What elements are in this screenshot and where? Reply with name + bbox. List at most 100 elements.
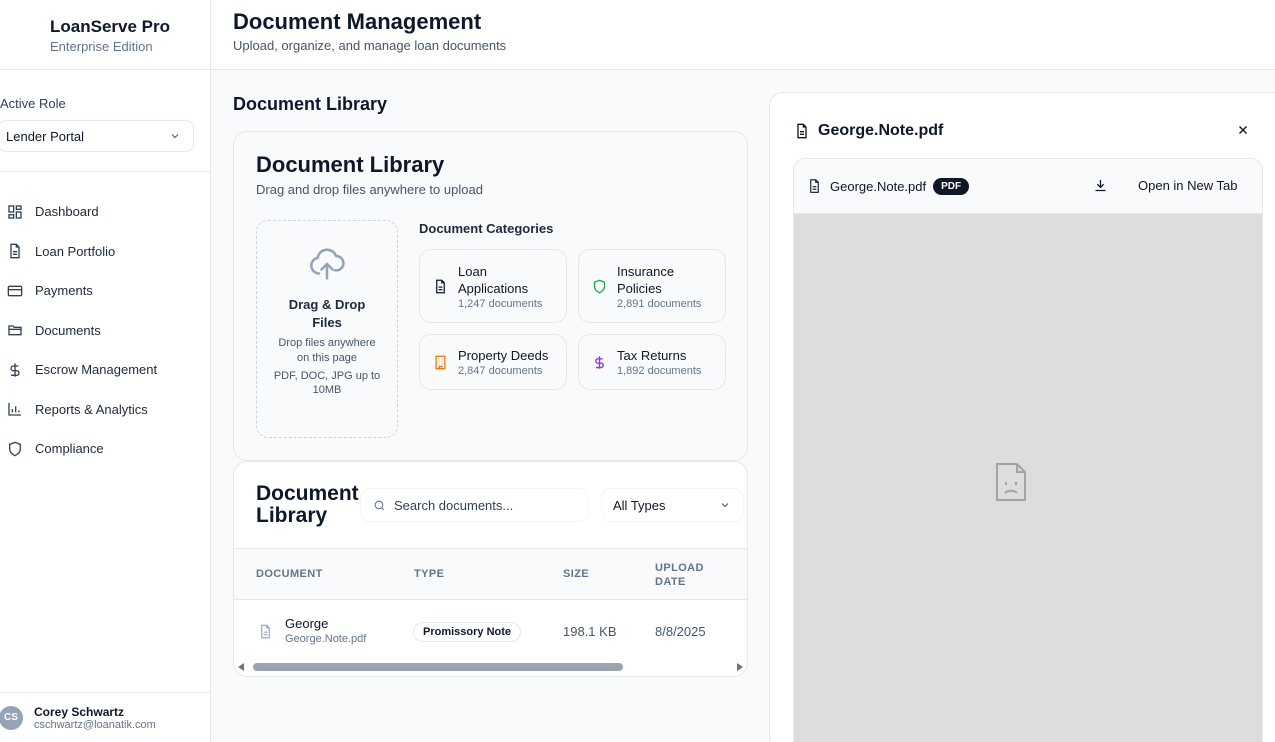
upload-subtitle: Drag and drop files anywhere to upload (256, 182, 483, 197)
dropzone-description: Drop files anywhere on this page (278, 337, 376, 364)
category-name: Insurance Policies (617, 263, 675, 296)
user-profile[interactable]: CS Corey Schwartz cschwartz@loanatik.com (0, 692, 210, 742)
scroll-right-icon[interactable] (736, 663, 744, 671)
column-header-size[interactable]: Size (563, 568, 589, 580)
library-card: Document Library All Types Document Type… (233, 461, 748, 677)
section-title: Document Library (233, 94, 388, 114)
bar-chart-icon (7, 401, 23, 417)
category-property-deeds[interactable]: Property Deeds 2,847 documents (419, 334, 567, 390)
download-icon (1095, 179, 1106, 192)
main-content: Document Library Document Library Drag a… (211, 70, 1275, 742)
viewer-body (794, 214, 1262, 742)
search-box[interactable] (360, 488, 589, 522)
dropzone-title: Drag & Drop Files (288, 297, 366, 330)
page-header: Document Management Upload, organize, an… (211, 0, 1275, 70)
pdf-viewer: George.Note.pdf PDF Open in New Tab (793, 158, 1263, 742)
file-icon (261, 624, 270, 639)
dropzone[interactable]: Drag & Drop Files Drop files anywhere on… (256, 220, 398, 438)
download-button[interactable] (1093, 178, 1108, 198)
role-label: Active Role (0, 96, 66, 111)
sidebar-nav: Dashboard Loan Portfolio Payments Docume… (0, 172, 210, 469)
shield-icon (7, 441, 23, 457)
type-filter-select[interactable]: All Types (601, 488, 744, 522)
table-header: Document Type Size Upload Date (234, 548, 747, 600)
sidebar-item-label: Dashboard (35, 204, 99, 220)
category-name: Loan Applications (458, 263, 529, 296)
document-name[interactable]: George (285, 616, 328, 631)
sidebar-item-compliance[interactable]: Compliance (0, 429, 210, 469)
brand: LoanServe Pro Enterprise Edition (0, 0, 210, 70)
preview-title: George.Note.pdf (818, 122, 944, 139)
document-filename: George.Note.pdf (285, 633, 367, 645)
file-icon (810, 179, 819, 193)
file-icon (7, 243, 23, 259)
category-count: 2,891 documents (617, 297, 702, 310)
brand-name: LoanServe Pro (50, 17, 170, 36)
category-count: 1,892 documents (617, 365, 702, 377)
category-name: Property Deeds (458, 348, 549, 363)
viewer-filename: George.Note.pdf (830, 178, 927, 194)
role-select[interactable]: Lender Portal (0, 120, 194, 152)
column-header-document[interactable]: Document (256, 568, 323, 580)
building-icon (432, 354, 448, 370)
sidebar-item-reports[interactable]: Reports & Analytics (0, 390, 210, 430)
close-button[interactable] (1236, 121, 1250, 142)
sidebar-item-label: Documents (35, 322, 101, 338)
sidebar-item-escrow[interactable]: Escrow Management (0, 350, 210, 390)
upload-card: Document Library Drag and drop files any… (233, 131, 748, 461)
shield-icon (591, 278, 607, 294)
categories-title: Document Categories (419, 221, 554, 236)
document-size: 198.1 KB (563, 624, 617, 639)
category-insurance-policies[interactable]: Insurance Policies 2,891 documents (578, 249, 726, 323)
dollar-icon (591, 354, 607, 370)
chevron-down-icon (171, 134, 179, 139)
credit-card-icon (7, 283, 23, 299)
sidebar-item-label: Payments (35, 283, 93, 299)
search-icon (374, 500, 385, 510)
category-loan-applications[interactable]: Loan Applications 1,247 documents (419, 249, 567, 323)
page-subtitle: Upload, organize, and manage loan docume… (233, 38, 507, 53)
dashboard-icon (7, 204, 23, 220)
sidebar-item-dashboard[interactable]: Dashboard (0, 192, 210, 232)
user-name: Corey Schwartz (34, 704, 125, 719)
library-title: Document Library (256, 482, 359, 527)
document-upload-date: 8/8/2025 (655, 624, 706, 639)
type-badge: Promissory Note (413, 622, 522, 642)
avatar: CS (0, 705, 23, 730)
open-in-new-tab-button[interactable]: Open in New Tab (1138, 178, 1238, 193)
preview-title-row: George.Note.pdf (794, 122, 943, 140)
sidebar-item-label: Loan Portfolio (35, 243, 116, 259)
category-count: 1,247 documents (458, 297, 543, 310)
user-email: cschwartz@loanatik.com (34, 718, 156, 731)
category-count: 2,847 documents (458, 365, 543, 377)
sidebar-item-documents[interactable]: Documents (0, 311, 210, 351)
sidebar-item-label: Reports & Analytics (35, 401, 148, 417)
type-filter-value: All Types (613, 497, 666, 513)
sidebar: LoanServe Pro Enterprise Edition Active … (0, 0, 211, 742)
scrollbar-thumb[interactable] (253, 663, 623, 671)
dropzone-hint: PDF, DOC, JPG up to 10MB (273, 370, 381, 396)
table-row[interactable]: George George.Note.pdf Promissory Note 1… (234, 600, 747, 660)
category-tax-returns[interactable]: Tax Returns 1,892 documents (578, 334, 726, 390)
cloud-upload-icon (310, 248, 345, 280)
horizontal-scrollbar[interactable] (237, 661, 746, 673)
sidebar-item-label: Compliance (35, 441, 104, 457)
search-input[interactable] (394, 497, 574, 513)
sidebar-item-label: Escrow Management (35, 362, 158, 378)
scroll-left-icon[interactable] (237, 663, 245, 671)
sidebar-item-payments[interactable]: Payments (0, 271, 210, 311)
document-icon (432, 278, 448, 294)
chevron-down-icon (721, 503, 729, 508)
sidebar-item-loan-portfolio[interactable]: Loan Portfolio (0, 232, 210, 272)
category-name: Tax Returns (617, 348, 687, 363)
broken-document-icon (996, 463, 1026, 501)
document-icon (797, 123, 807, 139)
upload-title: Document Library (256, 152, 445, 177)
column-header-type[interactable]: Type (414, 568, 444, 580)
close-icon (1239, 126, 1247, 134)
dollar-icon (7, 362, 23, 378)
role-section: Active Role Lender Portal (0, 70, 210, 172)
role-value: Lender Portal (6, 128, 85, 144)
column-header-upload-date[interactable]: Upload Date (655, 561, 715, 589)
page-title: Document Management (233, 9, 482, 34)
